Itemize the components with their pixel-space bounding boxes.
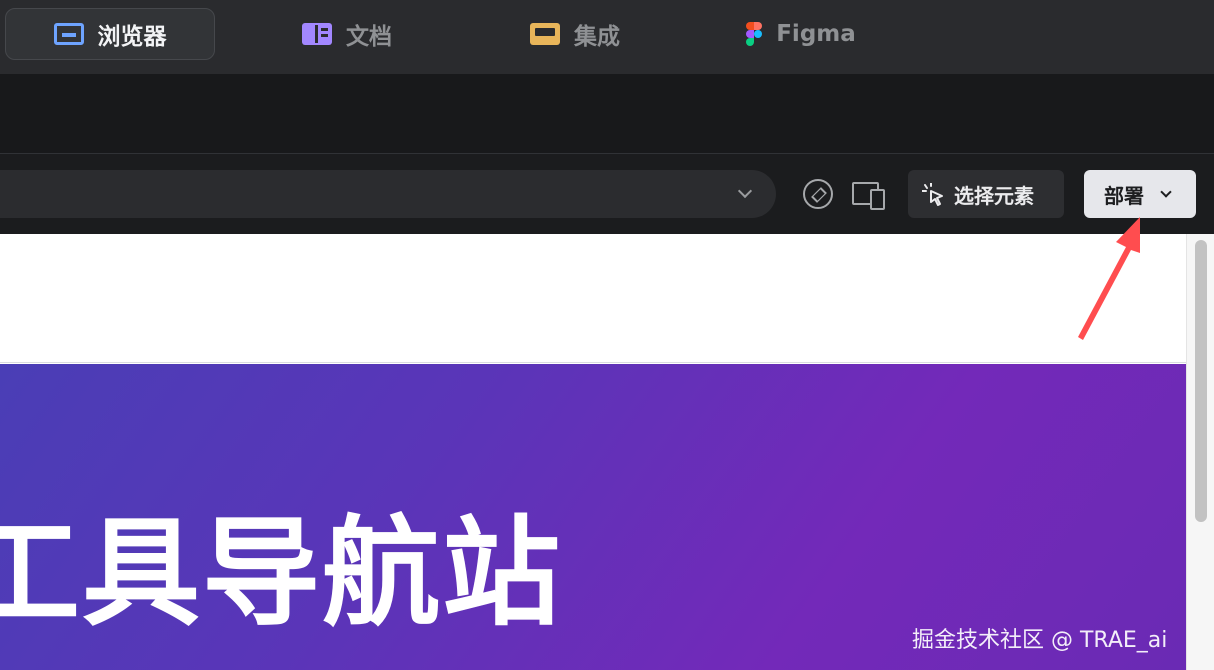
docs-icon bbox=[302, 23, 332, 45]
responsive-devices-icon[interactable] bbox=[852, 179, 885, 210]
browser-toolbar: 选择元素 部署 bbox=[0, 155, 1214, 234]
url-input[interactable] bbox=[0, 170, 776, 218]
tab-integration-label: 集成 bbox=[574, 24, 620, 50]
compass-icon[interactable] bbox=[803, 179, 833, 209]
tab-browser-label: 浏览器 bbox=[97, 24, 167, 50]
tab-figma[interactable]: Figma bbox=[716, 8, 886, 60]
tab-integration[interactable]: 集成 bbox=[490, 8, 660, 60]
tab-browser[interactable]: 浏览器 bbox=[5, 8, 215, 60]
select-element-label: 选择元素 bbox=[954, 183, 1034, 208]
tab-docs[interactable]: 文档 bbox=[262, 8, 432, 60]
scrollbar[interactable] bbox=[1186, 234, 1214, 670]
select-element-button[interactable]: 选择元素 bbox=[908, 170, 1064, 218]
panel-tab-bar: 浏览器 文档 集成 Figma bbox=[0, 0, 1214, 74]
chevron-down-icon bbox=[1160, 186, 1172, 198]
browser-icon bbox=[53, 23, 84, 45]
tab-figma-label: Figma bbox=[776, 21, 856, 47]
tab-docs-label: 文档 bbox=[346, 24, 392, 50]
integration-icon bbox=[530, 23, 560, 45]
cursor-select-icon bbox=[922, 183, 944, 206]
browser-viewport: 工具导航站 bbox=[0, 234, 1214, 670]
scrollbar-thumb[interactable] bbox=[1195, 240, 1207, 522]
chevron-down-icon[interactable] bbox=[737, 183, 753, 199]
hero-title: 工具导航站 bbox=[0, 504, 563, 642]
page-header bbox=[0, 234, 1186, 363]
annotation-arrow-icon bbox=[1078, 217, 1140, 340]
figma-icon bbox=[746, 22, 763, 46]
empty-panel-strip bbox=[0, 74, 1214, 154]
app-window: 浏览器 文档 集成 Figma 选择元素 部署 工具导航站 掘金技术社区 @ T… bbox=[0, 0, 1214, 670]
watermark-text: 掘金技术社区 @ TRAE_ai bbox=[912, 628, 1168, 653]
